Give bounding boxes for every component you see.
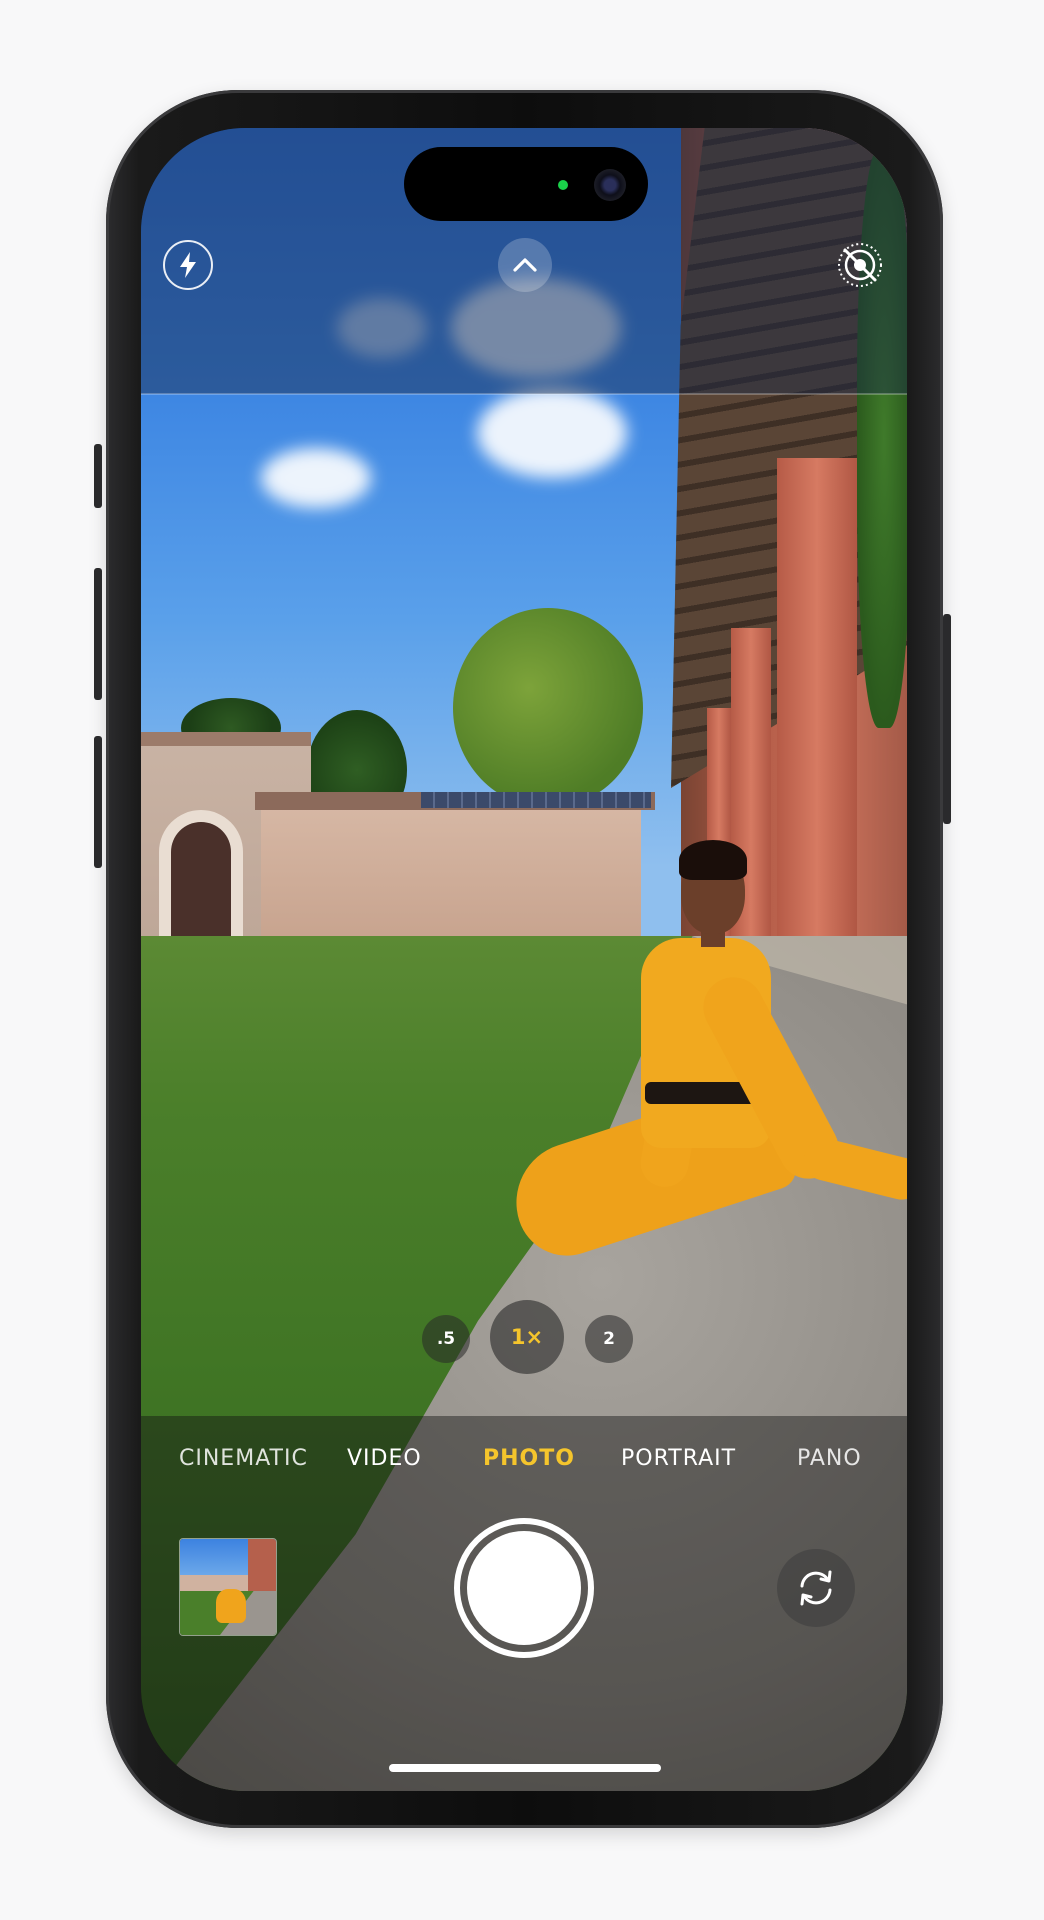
camera-in-use-indicator <box>558 180 568 190</box>
zoom-0-5x-button[interactable]: .5 <box>422 1315 470 1363</box>
power-button <box>943 614 951 824</box>
mode-video[interactable]: VIDEO <box>347 1446 422 1471</box>
camera-flip-button[interactable] <box>777 1549 855 1627</box>
roof <box>141 732 311 746</box>
solar-panels <box>421 792 651 808</box>
mode-portrait[interactable]: PORTRAIT <box>621 1446 736 1471</box>
chevron-up-icon <box>513 258 537 272</box>
front-camera-lens <box>594 169 626 201</box>
mode-cinematic[interactable]: CINEMATIC <box>179 1446 308 1471</box>
mode-photo[interactable]: PHOTO <box>483 1446 575 1471</box>
thumbnail-subject <box>216 1589 246 1623</box>
pillar <box>777 458 857 958</box>
farmhouse-building <box>255 792 655 936</box>
zoom-2x-button[interactable]: 2 <box>585 1315 633 1363</box>
mode-pano[interactable]: PANO <box>797 1446 862 1471</box>
dynamic-island <box>404 147 648 221</box>
volume-up-button <box>94 568 102 700</box>
live-photo-button[interactable] <box>835 240 885 290</box>
archway <box>171 822 231 942</box>
zoom-selector: .5 1× 2 <box>420 1300 633 1380</box>
flash-icon <box>180 252 196 278</box>
flash-button[interactable] <box>163 240 213 290</box>
camera-controls-toggle[interactable] <box>498 238 552 292</box>
zoom-1x-button[interactable]: 1× <box>490 1300 564 1374</box>
tree <box>453 608 643 808</box>
subject-hair <box>679 840 747 880</box>
thumbnail-colonnade <box>248 1539 276 1595</box>
mode-selector: CINEMATIC VIDEO PHOTO PORTRAIT PANO <box>141 1446 907 1482</box>
cloud <box>477 388 627 478</box>
action-button <box>94 444 102 508</box>
home-indicator[interactable] <box>389 1764 661 1772</box>
last-photo-thumbnail[interactable] <box>179 1538 277 1636</box>
live-photo-off-icon <box>838 243 882 287</box>
cloud <box>261 448 371 508</box>
shutter-inner <box>467 1531 581 1645</box>
viewfinder-top-edge <box>141 393 907 395</box>
shutter-button[interactable] <box>454 1518 594 1658</box>
volume-down-button <box>94 736 102 868</box>
camera-screen: .5 1× 2 CINEMATIC VIDEO PHOTO PORTRAIT P… <box>141 128 907 1791</box>
camera-flip-icon <box>800 1570 832 1606</box>
